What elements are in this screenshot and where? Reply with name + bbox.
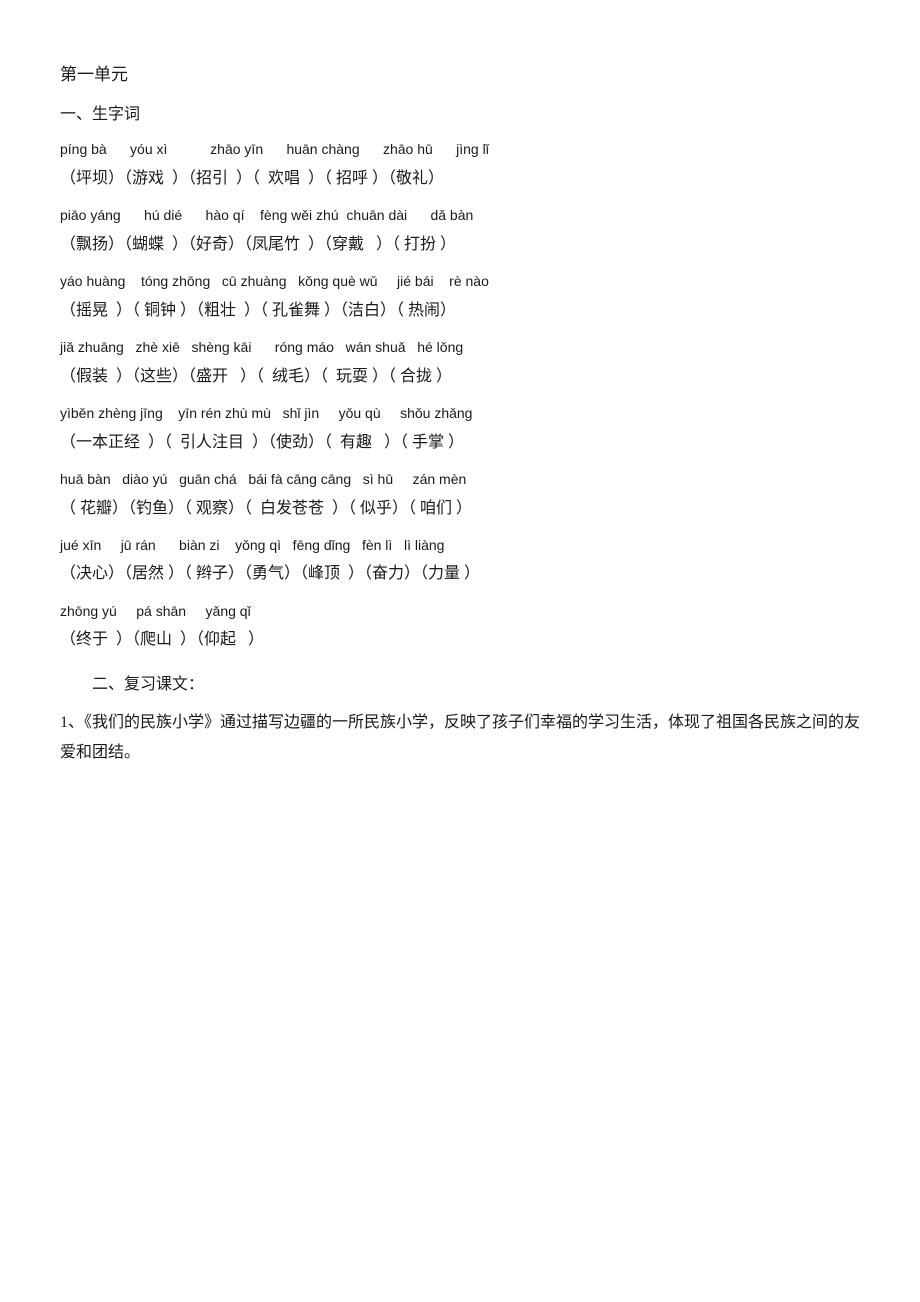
pinyin-7: jué xīn jū rán biàn zi yǒng qì fēng dǐng… (60, 533, 860, 558)
vocab-block-5: yìběn zhèng jīng yīn rén zhù mù shǐ jìn … (60, 401, 860, 457)
vocab-block-2: piāo yáng hú dié hào qí fèng wěi zhú chu… (60, 203, 860, 259)
vocab-block-4: jiǎ zhuāng zhè xiē shèng kāi róng máo wá… (60, 335, 860, 391)
pinyin-5: yìběn zhèng jīng yīn rén zhù mù shǐ jìn … (60, 401, 860, 426)
chinese-5: （一本正经 ）（ 引人注目 ）（使劲）（ 有趣 ）（ 手掌 ） (60, 429, 860, 458)
pinyin-1: píng bà yóu xì zhāo yīn huān chàng zhāo … (60, 137, 860, 162)
section2-title: 二、复习课文： (60, 671, 860, 700)
vocab-block-1: píng bà yóu xì zhāo yīn huān chàng zhāo … (60, 137, 860, 193)
vocab-block-3: yáo huàng tóng zhōng cū zhuàng kǒng què … (60, 269, 860, 325)
vocab-block-6: huā bàn diào yú guān chá bái fà cāng cān… (60, 467, 860, 523)
page-container: 第一单元 一、生字词 píng bà yóu xì zhāo yīn huān … (60, 60, 860, 769)
chinese-6: （ 花瓣）（钓鱼）（ 观察）（ 白发苍苍 ）（ 似乎）（ 咱们 ） (60, 495, 860, 524)
main-title: 第一单元 (60, 60, 860, 91)
chinese-4: （假装 ）（这些）（盛开 ）（ 绒毛）（ 玩耍 ）（ 合拢 ） (60, 363, 860, 392)
review-section: 二、复习课文： 1、《我们的民族小学》通过描写边疆的一所民族小学，反映了孩子们幸… (60, 671, 860, 769)
pinyin-6: huā bàn diào yú guān chá bái fà cāng cān… (60, 467, 860, 492)
review-item-1: 1、《我们的民族小学》通过描写边疆的一所民族小学，反映了孩子们幸福的学习生活，体… (60, 708, 860, 769)
chinese-3: （摇晃 ）（ 铜钟 ）（粗壮 ）（ 孔雀舞 ）（洁白）（ 热闹） (60, 297, 860, 326)
vocab-block-7: jué xīn jū rán biàn zi yǒng qì fēng dǐng… (60, 533, 860, 589)
pinyin-4: jiǎ zhuāng zhè xiē shèng kāi róng máo wá… (60, 335, 860, 360)
chinese-7: （决心）（居然 ）（ 辫子）（勇气）（峰顶 ）（奋力）（力量 ） (60, 560, 860, 589)
vocab-block-8: zhōng yú pá shān yǎng qǐ （终于 ）（爬山 ）（仰起 ） (60, 599, 860, 655)
pinyin-2: piāo yáng hú dié hào qí fèng wěi zhú chu… (60, 203, 860, 228)
section1-title: 一、生字词 (60, 101, 860, 130)
chinese-2: （飘扬）（蝴蝶 ）（好奇）（凤尾竹 ）（穿戴 ）（ 打扮 ） (60, 231, 860, 260)
pinyin-3: yáo huàng tóng zhōng cū zhuàng kǒng què … (60, 269, 860, 294)
chinese-1: （坪坝）（游戏 ）（招引 ）（ 欢唱 ）（ 招呼 ）（敬礼） (60, 165, 860, 194)
chinese-8: （终于 ）（爬山 ）（仰起 ） (60, 626, 860, 655)
pinyin-8: zhōng yú pá shān yǎng qǐ (60, 599, 860, 624)
